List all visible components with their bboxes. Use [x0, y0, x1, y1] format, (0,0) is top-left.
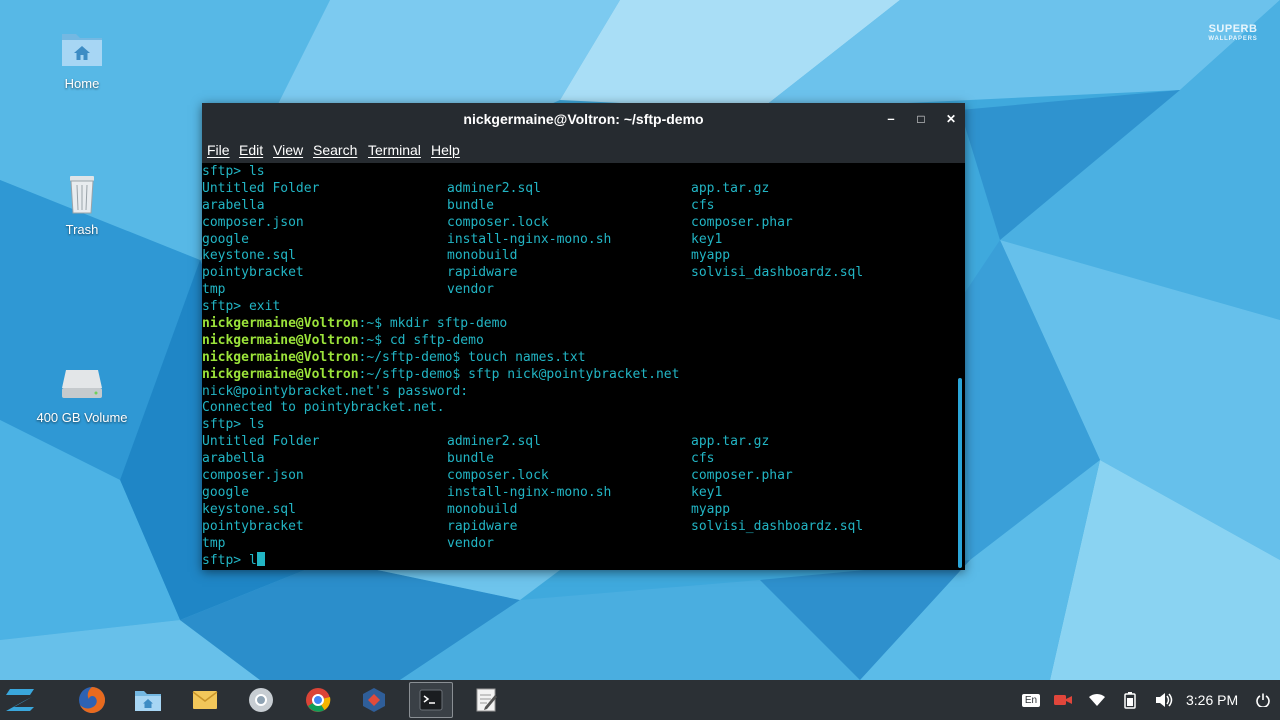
listing-row: pointybracket rapidware solvisi_dashboardz…	[202, 265, 864, 281]
listing-row: arabella bundle cfs	[202, 451, 715, 467]
chromium-icon	[249, 688, 273, 712]
taskbar-chromium[interactable]	[239, 682, 283, 718]
taskbar: En 3:26 PM	[0, 680, 1280, 720]
listing-row: composer.json composer.lock composer.phar	[202, 468, 793, 484]
scrollbar-thumb[interactable]	[958, 378, 962, 568]
listing-row: google install-nginx-mono.sh key1	[202, 231, 723, 247]
taskbar-mail[interactable]	[183, 682, 227, 718]
listing-row: arabella bundle cfs	[202, 197, 715, 213]
firefox-icon	[79, 687, 105, 713]
menu-search[interactable]: Search	[313, 142, 357, 158]
volume-indicator[interactable]	[1152, 680, 1176, 720]
screen-recorder-indicator[interactable]	[1050, 680, 1076, 720]
battery-icon	[1124, 692, 1136, 709]
desktop-icon-volume[interactable]: 400 GB Volume	[22, 358, 142, 425]
shell-line: nickgermaine@Voltron:~$ cd sftp-demo	[202, 332, 484, 348]
mail-icon	[192, 691, 218, 709]
listing-row: keystone.sql monobuild myapp	[202, 248, 731, 264]
maximize-button[interactable]: □	[910, 108, 932, 130]
chrome-icon	[306, 688, 331, 712]
taskbar-terminal[interactable]	[409, 682, 453, 718]
watermark-line2: WALLPAPERS	[1208, 36, 1258, 42]
terminal-output[interactable]: sftp> ls Untitled Folder adminer2.sql app.…	[202, 163, 954, 570]
desktop-icon-label: Trash	[65, 222, 99, 237]
network-indicator[interactable]	[1085, 680, 1109, 720]
watermark-line1: SUPERB	[1208, 23, 1258, 35]
terminal-line: nick@pointybracket.net's password:	[202, 383, 469, 399]
listing-row: tmp vendor	[202, 535, 494, 551]
taskbar-virtualbox[interactable]	[352, 682, 396, 718]
menu-view[interactable]: View	[273, 142, 303, 158]
window-titlebar[interactable]: nickgermaine@Voltron: ~/sftp-demo – □ ✕	[202, 103, 965, 135]
files-icon	[135, 691, 161, 711]
video-camera-icon	[1054, 695, 1072, 705]
window-title: nickgermaine@Voltron: ~/sftp-demo	[463, 111, 704, 127]
wallpaper-watermark: SUPERB WALLPAPERS	[1196, 23, 1270, 43]
power-button[interactable]	[1252, 680, 1274, 720]
taskbar-text-editor[interactable]	[465, 682, 509, 718]
zorin-menu-button[interactable]	[0, 682, 44, 718]
shell-line: nickgermaine@Voltron:~$ mkdir sftp-demo	[202, 316, 508, 332]
home-folder-icon	[62, 34, 102, 66]
menu-file[interactable]: File	[207, 142, 230, 158]
terminal-line: sftp> ls	[202, 417, 265, 433]
terminal-line: Connected to pointybracket.net.	[202, 400, 445, 416]
clock[interactable]: 3:26 PM	[1186, 692, 1238, 708]
menu-help[interactable]: Help	[431, 142, 460, 158]
minimize-button[interactable]: –	[880, 108, 902, 130]
listing-row: keystone.sql monobuild myapp	[202, 501, 731, 517]
shell-line: nickgermaine@Voltron:~/sftp-demo$ touch …	[202, 349, 586, 365]
desktop-icon-trash[interactable]: Trash	[22, 170, 142, 237]
listing-row: Untitled Folder adminer2.sql app.tar.gz	[202, 434, 770, 450]
wifi-icon	[1089, 693, 1105, 706]
desktop-icon-home[interactable]: Home	[22, 24, 142, 91]
power-icon	[1256, 693, 1270, 707]
terminal-icon	[419, 689, 443, 711]
terminal-line: sftp> ls	[202, 164, 265, 179]
terminal-window[interactable]: nickgermaine@Voltron: ~/sftp-demo – □ ✕ …	[202, 103, 965, 570]
zorin-menu-icon	[6, 689, 34, 711]
trash-icon	[70, 176, 94, 214]
menu-edit[interactable]: Edit	[239, 142, 263, 158]
hard-drive-icon	[62, 370, 102, 398]
desktop-icon-label: 400 GB Volume	[36, 410, 128, 425]
menu-bar: File Edit View Search Terminal Help	[202, 135, 965, 163]
keyboard-layout-label: En	[1021, 693, 1041, 707]
virtualbox-icon	[363, 688, 385, 712]
close-button[interactable]: ✕	[940, 108, 962, 130]
text-editor-icon	[476, 688, 497, 712]
text-cursor	[256, 552, 265, 567]
shell-line: nickgermaine@Voltron:~/sftp-demo$ sftp n…	[202, 366, 680, 382]
taskbar-chrome[interactable]	[296, 682, 340, 718]
terminal-line: sftp> exit	[202, 299, 281, 315]
speaker-icon	[1156, 693, 1173, 707]
desktop-icon-label: Home	[64, 76, 100, 91]
terminal-input-line[interactable]: sftp> l	[202, 552, 954, 569]
listing-row: Untitled Folder adminer2.sql app.tar.gz	[202, 180, 770, 196]
keyboard-layout-indicator[interactable]: En	[1020, 680, 1042, 720]
listing-row: google install-nginx-mono.sh key1	[202, 484, 723, 500]
listing-row: composer.json composer.lock composer.phar	[202, 214, 793, 230]
listing-row: pointybracket rapidware solvisi_dashboardz…	[202, 518, 864, 534]
battery-indicator[interactable]	[1118, 680, 1142, 720]
taskbar-files[interactable]	[126, 682, 170, 718]
menu-terminal[interactable]: Terminal	[368, 142, 421, 158]
terminal-scrollbar[interactable]	[956, 163, 965, 570]
taskbar-firefox[interactable]	[70, 682, 114, 718]
listing-row: tmp vendor	[202, 282, 494, 298]
